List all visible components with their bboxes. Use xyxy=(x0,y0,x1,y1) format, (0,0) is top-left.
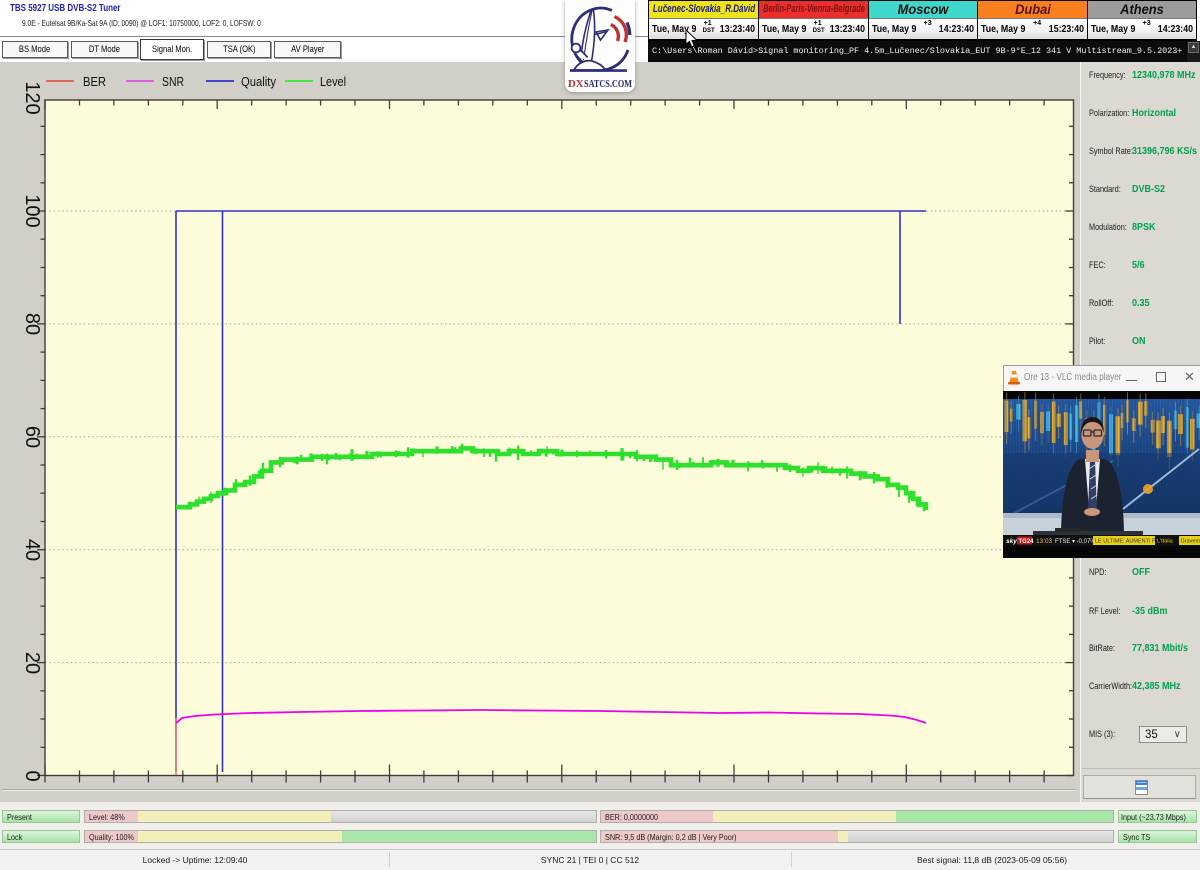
svg-text:DX: DX xyxy=(568,78,584,90)
svg-text:SATCS.COM: SATCS.COM xyxy=(584,78,632,90)
svg-text:Gravem.: Gravem. xyxy=(1181,539,1200,545)
svg-text:120: 120 xyxy=(21,81,43,114)
svg-text:L'Italia: L'Italia xyxy=(1157,539,1174,545)
svg-text:Level: Level xyxy=(320,75,346,89)
svg-text:13:03: 13:03 xyxy=(1036,538,1053,545)
svg-text:SNR: SNR xyxy=(162,75,184,89)
svg-text:40: 40 xyxy=(21,539,43,561)
svg-text:0: 0 xyxy=(21,770,43,781)
svg-text:BER: BER xyxy=(83,75,106,89)
svg-text:TG24: TG24 xyxy=(1019,539,1035,545)
svg-text:20: 20 xyxy=(21,652,43,674)
svg-text:sky: sky xyxy=(1006,538,1017,545)
svg-text:Quality: Quality xyxy=(241,75,277,89)
svg-text:FTSE ▾ -0,07%: FTSE ▾ -0,07% xyxy=(1055,539,1096,545)
svg-text:100: 100 xyxy=(21,194,43,227)
svg-text:60: 60 xyxy=(21,426,43,448)
svg-text:80: 80 xyxy=(21,313,43,335)
